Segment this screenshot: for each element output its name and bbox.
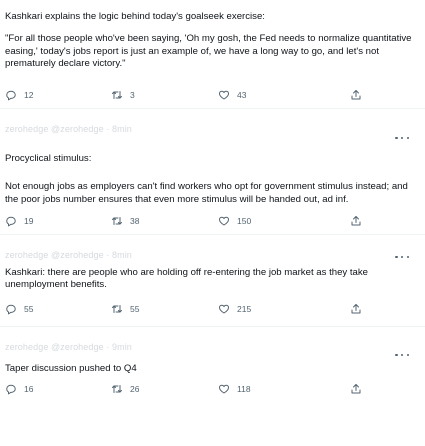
retweet-icon [112, 305, 122, 313]
heart-icon [218, 90, 230, 100]
tweet-paragraph: Procyclical stimulus: [5, 153, 92, 164]
tweet-3[interactable]: zerohedge @zerohedge · 8min Kashkari: th… [0, 235, 425, 315]
heart-icon [218, 384, 230, 394]
share-button[interactable] [350, 214, 362, 228]
share-icon [351, 216, 361, 226]
tweet-1[interactable]: Kashkari explains the logic behind today… [0, 0, 425, 104]
tweet-paragraph: Kashkari explains the logic behind today… [5, 11, 265, 22]
reply-button[interactable]: 19 [5, 214, 33, 228]
like-count: 150 [237, 216, 252, 226]
share-button[interactable] [350, 88, 362, 102]
reply-count: 19 [24, 216, 34, 226]
tweet-actions: 16 26 118 [5, 382, 415, 396]
reply-button[interactable]: 16 [5, 382, 33, 396]
like-count: 118 [237, 384, 251, 394]
retweet-button[interactable]: 3 [111, 88, 135, 102]
reply-icon [6, 384, 16, 395]
retweet-count: 55 [130, 304, 140, 314]
like-count: 43 [237, 90, 247, 100]
tweet-paragraph: Taper discussion pushed to Q4 [5, 363, 137, 374]
retweet-button[interactable]: 26 [111, 382, 139, 396]
like-button[interactable]: 215 [218, 302, 251, 316]
reply-count: 55 [24, 304, 34, 314]
heart-icon [218, 216, 230, 226]
more-options-icon[interactable] [395, 254, 409, 260]
retweet-button[interactable]: 55 [111, 302, 139, 316]
tweet-text: Taper discussion pushed to Q4 [5, 363, 420, 375]
tweet-text: Kashkari: there are people who are holdi… [5, 267, 420, 292]
share-icon [351, 90, 361, 100]
tweet-header: zerohedge @zerohedge · 8min [5, 124, 132, 134]
share-icon [351, 384, 361, 394]
like-button[interactable]: 118 [218, 382, 251, 396]
tweet-paragraph: Kashkari: there are people who are holdi… [5, 267, 369, 291]
retweet-count: 3 [130, 90, 135, 100]
like-count: 215 [237, 304, 252, 314]
tweet-actions: 12 3 43 [5, 88, 415, 102]
reply-count: 16 [24, 384, 34, 394]
retweet-count: 38 [130, 216, 140, 226]
retweet-icon [112, 91, 122, 99]
reply-icon [6, 304, 16, 315]
tweet-2[interactable]: zerohedge @zerohedge · 8min Procyclical … [0, 109, 425, 233]
reply-icon [6, 216, 16, 227]
share-button[interactable] [350, 382, 362, 396]
more-options-icon[interactable] [395, 135, 409, 141]
like-button[interactable]: 150 [218, 214, 251, 228]
reply-icon [6, 90, 16, 101]
share-button[interactable] [350, 302, 362, 316]
retweet-icon [112, 385, 122, 393]
tweet-actions: 19 38 150 [5, 214, 415, 228]
tweet-4[interactable]: zerohedge @zerohedge · 9min Taper discus… [0, 327, 425, 446]
reply-count: 12 [24, 90, 34, 100]
tweet-text: Kashkari explains the logic behind today… [5, 11, 420, 71]
tweet-actions: 55 55 215 [5, 302, 415, 316]
tweet-header: zerohedge @zerohedge · 9min [5, 342, 132, 352]
tweet-paragraph: Not enough jobs as employers can't find … [5, 181, 408, 205]
reply-button[interactable]: 55 [5, 302, 33, 316]
retweet-button[interactable]: 38 [111, 214, 139, 228]
tweet-paragraph: "For all those people who've been saying… [5, 33, 412, 70]
like-button[interactable]: 43 [218, 88, 246, 102]
tweet-text: Procyclical stimulus: Not enough jobs as… [5, 153, 420, 206]
retweet-icon [112, 217, 122, 225]
heart-icon [218, 304, 230, 314]
retweet-count: 26 [130, 384, 140, 394]
reply-button[interactable]: 12 [5, 88, 33, 102]
tweet-header: zerohedge @zerohedge · 8min [5, 250, 132, 260]
share-icon [351, 304, 361, 314]
more-options-icon[interactable] [395, 352, 409, 358]
